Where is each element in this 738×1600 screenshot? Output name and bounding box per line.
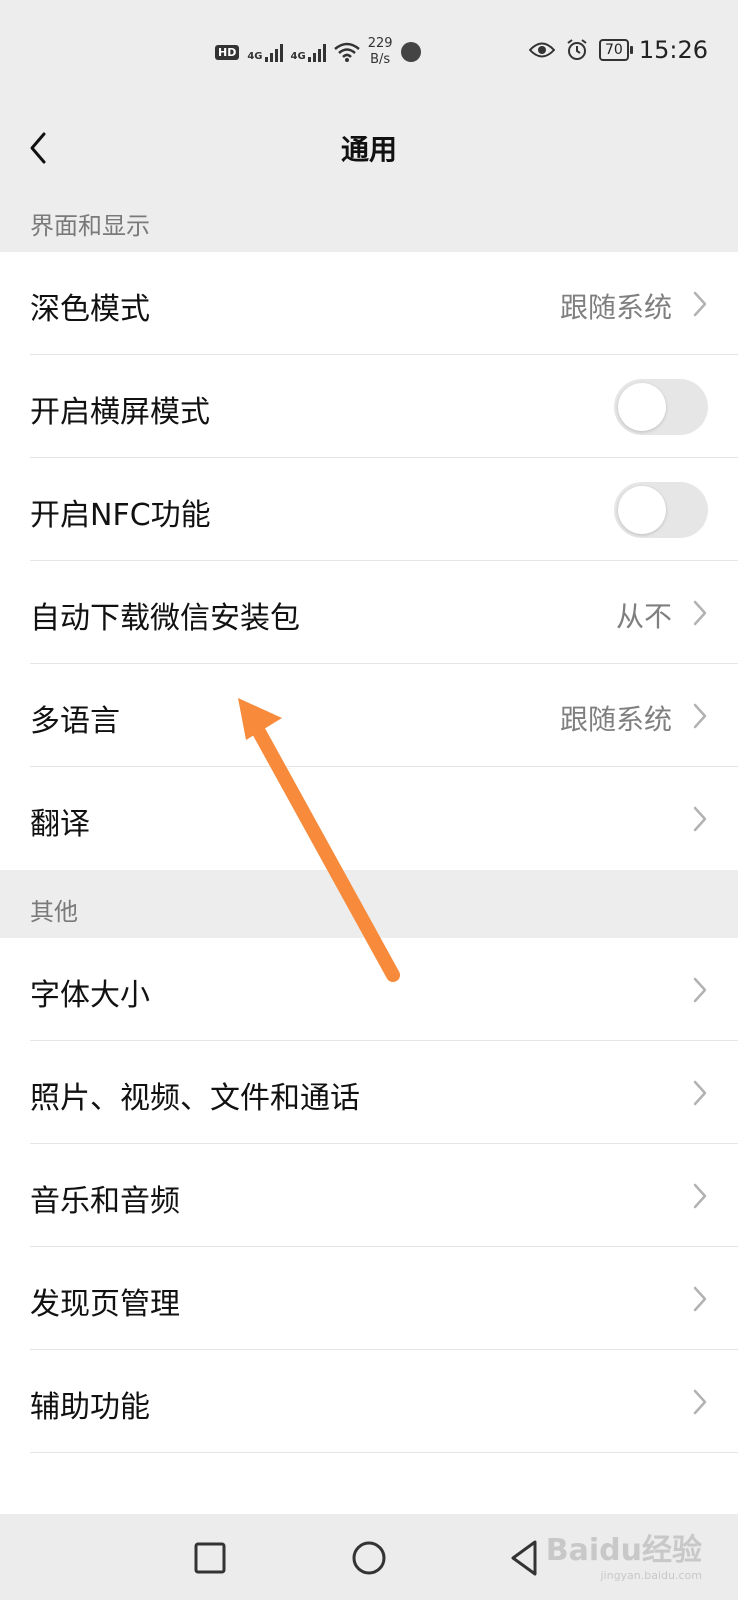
nfc-toggle[interactable]: [614, 482, 708, 538]
row-language[interactable]: 多语言 跟随系统: [0, 664, 738, 767]
eye-icon: [529, 42, 555, 58]
status-indicators: HD 4G 4G 229 B/s: [215, 36, 421, 68]
row-value: 跟随系统: [559, 291, 672, 324]
chevron-right-icon: [693, 600, 707, 626]
status-right: 70 15:26: [529, 36, 708, 64]
row-landscape-mode: 开启横屏模式: [0, 355, 738, 458]
row-value: 从不: [615, 600, 672, 633]
row-label: 发现页管理: [30, 1287, 180, 1322]
row-dark-mode[interactable]: 深色模式 跟随系统: [0, 252, 738, 355]
chevron-right-icon: [693, 1286, 707, 1312]
landscape-toggle[interactable]: [614, 379, 708, 435]
row-nfc: 开启NFC功能: [0, 458, 738, 561]
status-bar: HD 4G 4G 229 B/s 70 15:26: [0, 0, 738, 100]
row-label: 字体大小: [30, 978, 150, 1013]
settings-group-display: 深色模式 跟随系统 开启横屏模式 开启NFC功能 自动下载微信安装包 从不 多语…: [0, 252, 738, 870]
row-label: 照片、视频、文件和通话: [30, 1081, 360, 1116]
network-4g-1: 4G: [247, 42, 283, 62]
row-font-size[interactable]: 字体大小: [0, 938, 738, 1041]
alarm-icon: [567, 39, 587, 60]
signal-icon: [264, 42, 283, 62]
home-button[interactable]: [345, 1534, 393, 1582]
row-label: 开启横屏模式: [30, 395, 210, 430]
section-label-display: 界面和显示: [30, 212, 150, 240]
recent-apps-button[interactable]: [186, 1534, 234, 1582]
row-label: 深色模式: [30, 292, 150, 327]
row-discover-manage[interactable]: 发现页管理: [0, 1247, 738, 1350]
system-nav-bar: Baidu经验 jingyan.baidu.com: [0, 1514, 738, 1600]
network-speed: 229 B/s: [367, 36, 393, 67]
nav-bar: 通用: [0, 100, 738, 200]
page-title: 通用: [340, 133, 397, 166]
chevron-right-icon: [693, 1183, 707, 1209]
chevron-right-icon: [693, 806, 707, 832]
row-label: 翻译: [30, 807, 90, 842]
battery-icon: 70: [599, 39, 633, 61]
row-media-calls[interactable]: 照片、视频、文件和通话: [0, 1041, 738, 1144]
row-label: 辅助功能: [30, 1390, 150, 1425]
toggle-knob: [618, 486, 666, 534]
watermark: Baidu经验 jingyan.baidu.com: [545, 1533, 702, 1582]
row-label: 音乐和音频: [30, 1184, 180, 1219]
network-4g-2: 4G: [291, 42, 326, 62]
row-auto-download[interactable]: 自动下载微信安装包 从不: [0, 561, 738, 664]
recording-icon: [400, 42, 421, 62]
chevron-right-icon: [693, 977, 707, 1003]
toggle-knob: [618, 383, 666, 431]
chevron-right-icon: [693, 291, 707, 317]
signal-icon: [307, 42, 326, 62]
row-translate[interactable]: 翻译: [0, 767, 738, 870]
section-label-other: 其他: [30, 898, 78, 926]
row-label: 开启NFC功能: [30, 498, 211, 533]
clock: 15:26: [638, 36, 708, 64]
wifi-icon: [333, 42, 360, 62]
row-value: 跟随系统: [559, 703, 672, 736]
row-music-audio[interactable]: 音乐和音频: [0, 1144, 738, 1247]
chevron-right-icon: [693, 1080, 707, 1106]
chevron-right-icon: [693, 1389, 707, 1415]
back-nav-button[interactable]: [503, 1534, 551, 1582]
chevron-right-icon: [693, 703, 707, 729]
row-accessibility[interactable]: 辅助功能: [0, 1350, 738, 1453]
row-label: 自动下载微信安装包: [30, 601, 300, 636]
settings-group-other: 字体大小 照片、视频、文件和通话 音乐和音频 发现页管理 辅助功能: [0, 938, 738, 1556]
hd-badge: HD: [215, 44, 240, 60]
row-label: 多语言: [30, 704, 120, 739]
